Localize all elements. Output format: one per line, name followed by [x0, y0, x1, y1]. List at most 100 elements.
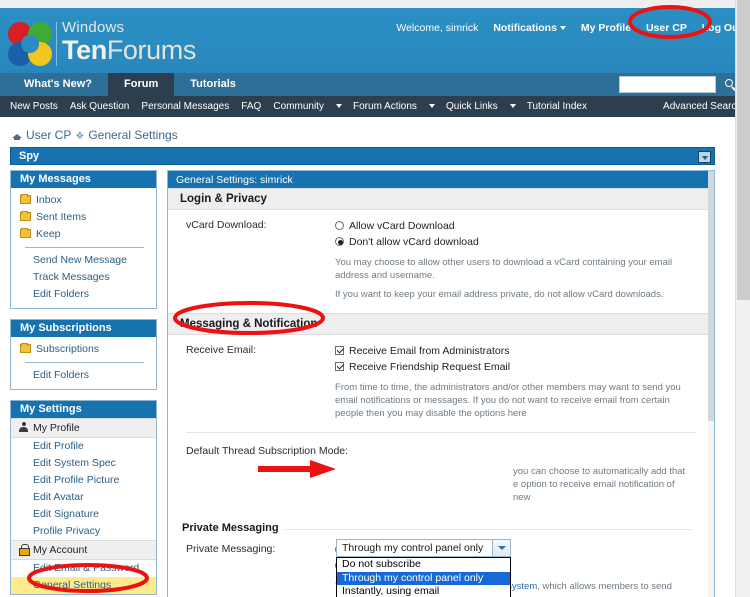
- sidebar-item-edit-signature[interactable]: Edit Signature: [11, 506, 156, 523]
- sidebar-item-sent-items[interactable]: Sent Items: [11, 209, 156, 226]
- subnav-community[interactable]: Community: [273, 101, 324, 112]
- advanced-search-link[interactable]: Advanced Search: [663, 96, 742, 117]
- select-current-value: Through my control panel only: [342, 542, 484, 554]
- panel-my-settings-body: My Profile Edit Profile Edit System Spec…: [11, 418, 156, 594]
- subscription-mode-fields: you can choose to automatically add that…: [513, 445, 714, 504]
- sidebar-item-general-settings[interactable]: General Settings: [11, 577, 156, 594]
- sidebar-item-edit-folders[interactable]: Edit Folders: [11, 286, 156, 303]
- subnav-quick-links[interactable]: Quick Links: [446, 101, 498, 112]
- sidebar-item-edit-profile[interactable]: Edit Profile: [11, 438, 156, 455]
- sidebar-item-edit-avatar[interactable]: Edit Avatar: [11, 489, 156, 506]
- site-logo[interactable]: Windows TenForums: [6, 18, 196, 70]
- select-closed-box[interactable]: Through my control panel only: [336, 539, 511, 557]
- checkbox-receive-email-admins[interactable]: Receive Email from Administrators: [335, 343, 692, 359]
- sidebar-group-label: My Profile: [33, 422, 80, 434]
- radio-icon-selected: [335, 237, 344, 246]
- sidebar-item-label: Subscriptions: [36, 343, 100, 355]
- search-icon: [725, 79, 733, 87]
- lock-icon: [19, 544, 30, 556]
- vcard-description-1: You may choose to allow other users to d…: [335, 257, 673, 281]
- subnav-forum-actions[interactable]: Forum Actions: [353, 101, 417, 112]
- subnav-faq[interactable]: FAQ: [241, 101, 261, 112]
- checkbox-icon-checked: [335, 362, 344, 371]
- notifications-link[interactable]: Notifications: [493, 22, 557, 34]
- panel-scrollbar-thumb[interactable]: [708, 171, 714, 421]
- radio-dont-allow-vcard[interactable]: Don't allow vCard download: [335, 234, 692, 250]
- sidebar-group-label: My Account: [33, 544, 88, 556]
- sidebar-divider: [25, 362, 144, 363]
- section-heading-messaging-notification: Messaging & Notification: [168, 313, 714, 335]
- spy-bar-title: Spy: [19, 150, 40, 162]
- tab-forum[interactable]: Forum: [108, 73, 175, 96]
- sidebar-item-edit-system-spec[interactable]: Edit System Spec: [11, 455, 156, 472]
- page-scrollbar-thumb[interactable]: [737, 0, 750, 300]
- select-option-instantly-using-email[interactable]: Instantly, using email: [337, 585, 510, 597]
- chevron-down-icon: [428, 104, 435, 109]
- tab-tutorials[interactable]: Tutorials: [174, 73, 252, 96]
- sidebar-item-edit-email-password[interactable]: Edit Email & Password: [11, 560, 156, 577]
- page-root: Windows TenForums Welcome, simrick Notif…: [0, 0, 750, 597]
- subnav-tutorial-index[interactable]: Tutorial Index: [527, 101, 587, 112]
- breadcrumb-general-settings[interactable]: General Settings: [88, 128, 177, 142]
- secondary-nav: New Posts Ask Question Personal Messages…: [0, 96, 750, 117]
- select-options-list[interactable]: Do not subscribe Through my control pane…: [336, 557, 511, 597]
- breadcrumb-separator: ❖: [75, 131, 85, 142]
- chevron-down-icon[interactable]: [492, 540, 510, 556]
- breadcrumb: User CP ❖ General Settings: [12, 128, 178, 142]
- sidebar-item-keep[interactable]: Keep: [11, 226, 156, 243]
- sidebar-item-label: Keep: [36, 228, 61, 240]
- select-option-do-not-subscribe[interactable]: Do not subscribe: [337, 558, 510, 572]
- logo-ten: Ten: [62, 35, 107, 65]
- subnav-new-posts[interactable]: New Posts: [10, 101, 58, 112]
- panel-my-subscriptions: My Subscriptions Subscriptions Edit Fold…: [10, 319, 157, 390]
- chevron-down-icon: [335, 104, 342, 109]
- sidebar-item-track-messages[interactable]: Track Messages: [11, 269, 156, 286]
- row-vcard-download: vCard Download: Allow vCard Download Don…: [168, 210, 714, 305]
- panel-my-settings: My Settings My Profile Edit Profile Edit…: [10, 400, 157, 595]
- radio-allow-vcard[interactable]: Allow vCard Download: [335, 218, 692, 234]
- sidebar-item-subscriptions[interactable]: Subscriptions: [11, 341, 156, 358]
- page-scrollbar-track[interactable]: [735, 0, 750, 597]
- folder-icon: [20, 343, 31, 353]
- select-option-through-my-control-panel-only[interactable]: Through my control panel only: [337, 571, 510, 586]
- receive-email-label: Receive Email:: [186, 344, 257, 356]
- site-banner: Windows TenForums Welcome, simrick Notif…: [0, 8, 750, 73]
- settings-panel: General Settings: simrick Login & Privac…: [167, 170, 715, 597]
- option-label: Receive Friendship Request Email: [349, 361, 511, 373]
- sidebar-item-edit-profile-picture[interactable]: Edit Profile Picture: [11, 472, 156, 489]
- subscription-mode-select[interactable]: Through my control panel only Do not sub…: [336, 539, 511, 597]
- spy-bar[interactable]: Spy: [10, 147, 715, 165]
- user-cp-link[interactable]: User CP: [646, 22, 687, 34]
- panel-scrollbar-track[interactable]: [708, 171, 714, 597]
- sidebar-item-profile-privacy[interactable]: Profile Privacy: [11, 523, 156, 540]
- welcome-text: Welcome, simrick: [396, 22, 479, 34]
- my-profile-link[interactable]: My Profile: [581, 22, 631, 34]
- settings-panel-title: General Settings: simrick: [168, 171, 714, 188]
- subnav-ask-question[interactable]: Ask Question: [70, 101, 129, 112]
- windows-four-spheres-logo-icon: [8, 22, 52, 66]
- sidebar-item-edit-folders-subs[interactable]: Edit Folders: [11, 367, 156, 384]
- chevron-down-icon: [509, 104, 516, 109]
- sidebar-item-label: Sent Items: [36, 211, 87, 223]
- logo-wordmark: Windows TenForums: [62, 20, 196, 65]
- spy-collapse-toggle-icon[interactable]: [698, 151, 711, 163]
- section-heading-login-privacy: Login & Privacy: [168, 188, 714, 210]
- select-placeholder-space: [513, 445, 692, 463]
- breadcrumb-user-cp[interactable]: User CP: [26, 128, 71, 142]
- subnav-personal-messages[interactable]: Personal Messages: [141, 101, 229, 112]
- checkbox-receive-friendship-request[interactable]: Receive Friendship Request Email: [335, 359, 692, 375]
- sidebar: My Messages Inbox Sent Items Keep Send N…: [10, 170, 157, 597]
- logo-forums: Forums: [106, 35, 197, 65]
- tab-whats-new[interactable]: What's New?: [8, 73, 108, 96]
- logo-line-tenforums: TenForums: [62, 36, 196, 65]
- search-input[interactable]: [619, 76, 716, 93]
- sidebar-item-send-new-message[interactable]: Send New Message: [11, 252, 156, 269]
- section-heading-private-messaging: Private Messaging: [182, 522, 285, 534]
- sidebar-item-inbox[interactable]: Inbox: [11, 192, 156, 209]
- sidebar-item-label: Inbox: [36, 194, 62, 206]
- row-subscription-mode: Default Thread Subscription Mode: you ca…: [168, 433, 714, 508]
- sidebar-group-my-account: My Account: [11, 540, 156, 560]
- home-icon[interactable]: [12, 131, 22, 140]
- subscription-mode-label: Default Thread Subscription Mode:: [186, 445, 349, 457]
